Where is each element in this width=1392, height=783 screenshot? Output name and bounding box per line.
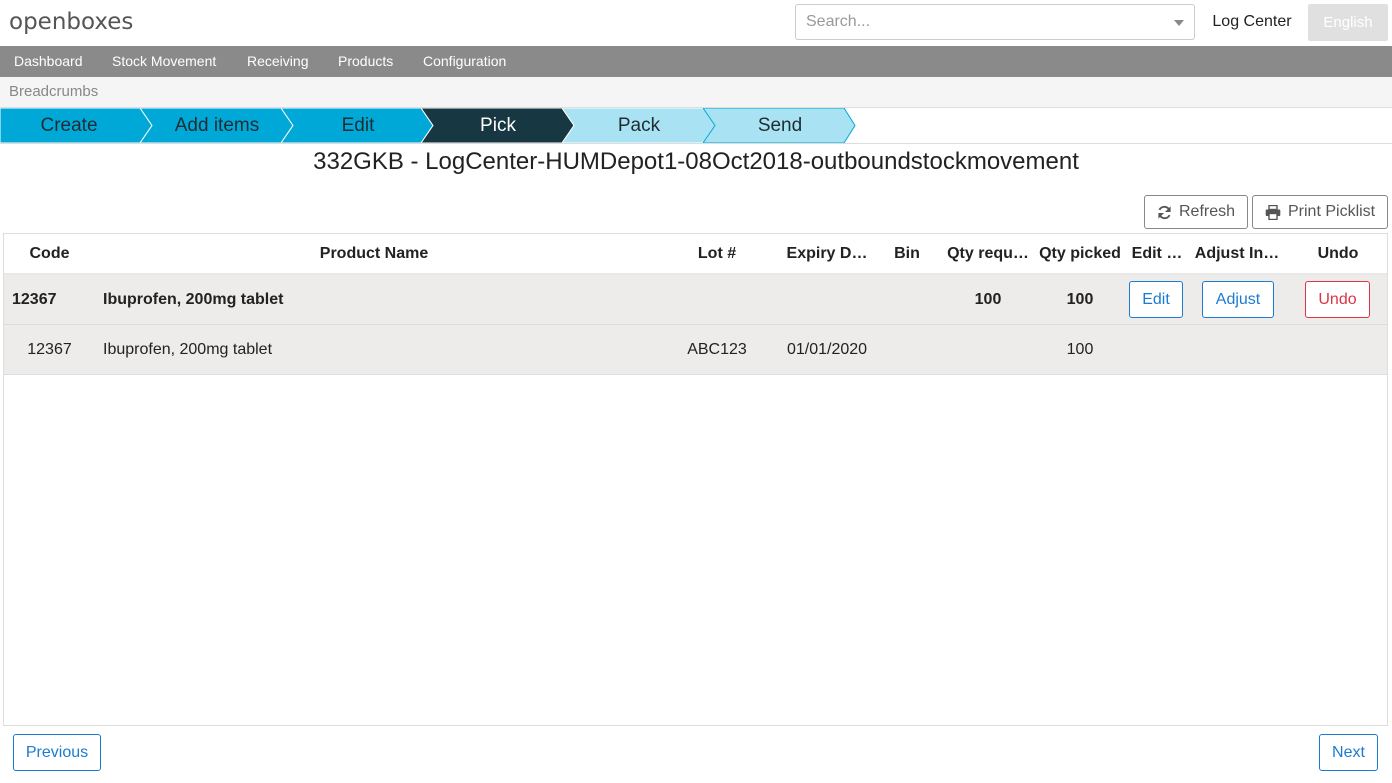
cell-code: 12367: [12, 291, 57, 308]
column-header-code[interactable]: Code: [4, 234, 95, 275]
cell-product-name: Ibuprofen, 200mg tablet: [103, 291, 284, 308]
print-picklist-button[interactable]: Print Picklist: [1252, 195, 1388, 229]
adjust-inventory-button[interactable]: Adjust: [1202, 281, 1274, 318]
menu-item-configuration[interactable]: Configuration: [423, 46, 506, 77]
refresh-icon: [1157, 205, 1172, 225]
print-picklist-label: Print Picklist: [1288, 203, 1376, 220]
column-header-lot[interactable]: Lot #: [672, 234, 762, 275]
refresh-label: Refresh: [1179, 203, 1236, 220]
wizard-step-label: Send: [757, 115, 803, 136]
column-header-qty-picked[interactable]: Qty picked: [1035, 234, 1125, 275]
column-header-product-name[interactable]: Product Name: [95, 234, 653, 275]
cell-qty-picked: 100: [1066, 341, 1094, 358]
menu-item-dashboard[interactable]: Dashboard: [14, 46, 83, 77]
menu-item-receiving[interactable]: Receiving: [247, 46, 308, 77]
top-bar: openboxes Log Center English: [0, 0, 1392, 46]
next-button[interactable]: Next: [1319, 734, 1378, 771]
table-header: Code Product Name Lot # Expiry D… Bin Qt…: [4, 234, 1387, 275]
breadcrumb: Breadcrumbs: [0, 77, 1392, 108]
wizard-step-add-items[interactable]: Add items: [140, 108, 293, 143]
language-selector[interactable]: English: [1308, 4, 1388, 41]
cell-product-name: Ibuprofen, 200mg tablet: [103, 341, 273, 358]
page-title: 332GKB - LogCenter-HUMDepot1-08Oct2018-o…: [313, 148, 1079, 175]
undo-button[interactable]: Undo: [1305, 281, 1370, 318]
menu-item-stock-movement[interactable]: Stock Movement: [112, 46, 216, 77]
cell-code: 12367: [27, 341, 72, 358]
chevron-down-icon[interactable]: [1174, 20, 1184, 26]
wizard-step-edit[interactable]: Edit: [281, 108, 433, 143]
main-menu: Dashboard Stock Movement Receiving Produ…: [0, 46, 1392, 77]
refresh-button[interactable]: Refresh: [1144, 195, 1248, 229]
column-header-edit[interactable]: Edit …: [1128, 234, 1186, 275]
wizard-step-label: Edit: [341, 115, 375, 136]
previous-button[interactable]: Previous: [13, 734, 101, 771]
wizard-step-pick[interactable]: Pick: [421, 108, 574, 143]
wizard-step-label: Pick: [480, 115, 516, 136]
current-location[interactable]: Log Center: [1200, 4, 1304, 40]
menu-item-products[interactable]: Products: [338, 46, 393, 77]
wizard-step-label: Add items: [174, 115, 260, 136]
cell-qty-picked: 100: [1066, 291, 1094, 308]
wizard-step-label: Pack: [617, 115, 661, 136]
column-header-adjust[interactable]: Adjust In…: [1191, 234, 1283, 275]
column-header-expiry[interactable]: Expiry D…: [782, 234, 872, 275]
column-header-qty-requested[interactable]: Qty requ…: [944, 234, 1032, 275]
wizard-step-label: Create: [40, 115, 98, 136]
wizard-step-pack[interactable]: Pack: [562, 108, 715, 143]
column-header-bin[interactable]: Bin: [878, 234, 936, 275]
location-search[interactable]: [795, 4, 1195, 40]
wizard-step-send[interactable]: Send: [703, 108, 856, 143]
cell-lot: ABC123: [687, 341, 747, 358]
edit-pick-button[interactable]: Edit: [1129, 281, 1183, 318]
cell-qty-requested: 100: [974, 291, 1002, 308]
wizard-step-create[interactable]: Create: [0, 108, 152, 143]
breadcrumb-text: Breadcrumbs: [9, 83, 99, 100]
cell-expiry: 01/01/2020: [786, 341, 868, 358]
app-logo[interactable]: openboxes: [9, 9, 133, 35]
wizard-steps: Create Add items Edit Pick Pack Send: [0, 108, 1392, 144]
pick-items-table: Code Product Name Lot # Expiry D… Bin Qt…: [3, 233, 1388, 726]
column-header-undo[interactable]: Undo: [1304, 234, 1372, 275]
table-row: 12367 Ibuprofen, 200mg tablet 100 100 Ed…: [4, 275, 1387, 325]
search-input[interactable]: [806, 12, 1166, 32]
printer-icon: [1265, 204, 1281, 225]
table-row: 12367 Ibuprofen, 200mg tablet ABC123 01/…: [4, 325, 1387, 375]
